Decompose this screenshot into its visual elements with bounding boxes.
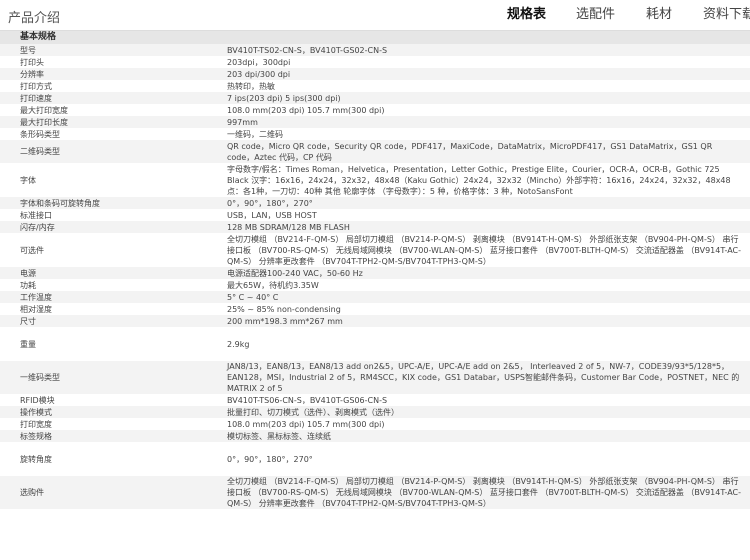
table-row: 一维码类型 JAN8/13，EAN8/13，EAN8/13 add on2&5，U… xyxy=(0,361,750,394)
table-row: 最大打印长度 997mm xyxy=(0,116,750,128)
table-row: 字体和条码可旋转角度 0°，90°，180°，270° xyxy=(0,197,750,209)
spec-value: 全切刀模组 （BV214-F-QM-S） 局部切刀模组 （BV214-P-QM-… xyxy=(210,233,750,267)
spec-label: 打印头 xyxy=(0,56,210,68)
spec-value: 最大65W，待机约3.35W xyxy=(210,279,750,291)
spec-label: 相对湿度 xyxy=(0,303,210,315)
table-row: 电源 电源适配器100-240 VAC，50-60 Hz xyxy=(0,267,750,279)
spec-value: JAN8/13，EAN8/13，EAN8/13 add on2&5，UPC-A/… xyxy=(210,361,750,394)
spec-value: 0°，90°，180°，270° xyxy=(210,197,750,209)
table-row: 字体 字母数字/假名：Times Roman，Helvetica，Presenta… xyxy=(0,163,750,197)
table-row: 选购件 全切刀模组 （BV214-F-QM-S） 局部切刀模组 （BV214-P-… xyxy=(0,476,750,509)
spec-label: 标准接口 xyxy=(0,209,210,221)
spec-label: 功耗 xyxy=(0,279,210,291)
spec-value: 108.0 mm(203 dpi) 105.7 mm(300 dpi) xyxy=(210,104,750,116)
spec-value: 一维码，二维码 xyxy=(210,128,750,140)
spec-label: 字体和条码可旋转角度 xyxy=(0,197,210,209)
table-row: 打印方式 热转印，热敏 xyxy=(0,80,750,92)
table-row: 二维码类型 QR code，Micro QR code，Security QR c… xyxy=(0,140,750,163)
spec-label: 电源 xyxy=(0,267,210,279)
table-row: 旋转角度 0°，90°，180°，270° xyxy=(0,442,750,476)
spec-label: 工作温度 xyxy=(0,291,210,303)
spec-value: USB，LAN，USB HOST xyxy=(210,209,750,221)
table-row: 尺寸 200 mm*198.3 mm*267 mm xyxy=(0,315,750,327)
spec-label: 可选件 xyxy=(0,233,210,267)
table-row: 打印宽度 108.0 mm(203 dpi) 105.7 mm(300 dpi) xyxy=(0,418,750,430)
table-row: 打印头 203dpi，300dpi xyxy=(0,56,750,68)
spec-label: 字体 xyxy=(0,163,210,197)
top-navigation: 产品介绍 规格表 选配件 耗材 资料下载 xyxy=(0,0,750,31)
spec-value: 热转印，热敏 xyxy=(210,80,750,92)
spec-label: RFID模块 xyxy=(0,394,210,406)
spec-value: 203dpi，300dpi xyxy=(210,56,750,68)
spec-value: BV410T-TS02-CN-S，BV410T-GS02-CN-S xyxy=(210,44,750,56)
table-row: 标签规格 模切标签、黑标标签、连续纸 xyxy=(0,430,750,442)
spec-label: 一维码类型 xyxy=(0,361,210,394)
table-row: 相对湿度 25% ~ 85% non-condensing xyxy=(0,303,750,315)
spec-label: 二维码类型 xyxy=(0,140,210,163)
spec-value: 全切刀模组 （BV214-F-QM-S） 局部切刀模组 （BV214-P-QM-… xyxy=(210,476,750,509)
spec-label: 操作模式 xyxy=(0,406,210,418)
spec-value: 5° C ~ 40° C xyxy=(210,291,750,303)
table-row: 标准接口 USB，LAN，USB HOST xyxy=(0,209,750,221)
spec-value: 7 ips(203 dpi) 5 ips(300 dpi) xyxy=(210,92,750,104)
spec-label: 打印宽度 xyxy=(0,418,210,430)
spec-label: 最大打印长度 xyxy=(0,116,210,128)
spec-value: BV410T-TS06-CN-S，BV410T-GS06-CN-S xyxy=(210,394,750,406)
product-intro-title[interactable]: 产品介绍 xyxy=(8,7,60,26)
spec-value: 108.0 mm(203 dpi) 105.7 mm(300 dpi) xyxy=(210,418,750,430)
spec-label: 标签规格 xyxy=(0,430,210,442)
tab-accessories[interactable]: 选配件 xyxy=(576,0,615,30)
spec-value: QR code，Micro QR code，Security QR code，P… xyxy=(210,140,750,163)
tab-downloads[interactable]: 资料下载 xyxy=(703,0,750,30)
tab-specifications[interactable]: 规格表 xyxy=(507,0,546,30)
table-row: 操作模式 批量打印、切刀模式（选件）、剥离模式（选件） xyxy=(0,406,750,418)
table-row: 最大打印宽度 108.0 mm(203 dpi) 105.7 mm(300 dpi… xyxy=(0,104,750,116)
spec-label: 分辨率 xyxy=(0,68,210,80)
section-title-basic-specs: 基本规格 xyxy=(0,31,750,44)
table-row: 打印速度 7 ips(203 dpi) 5 ips(300 dpi) xyxy=(0,92,750,104)
spec-value: 2.9kg xyxy=(210,327,750,361)
spec-value: 模切标签、黑标标签、连续纸 xyxy=(210,430,750,442)
spec-value: 200 mm*198.3 mm*267 mm xyxy=(210,315,750,327)
spec-value: 批量打印、切刀模式（选件）、剥离模式（选件） xyxy=(210,406,750,418)
spec-label: 旋转角度 xyxy=(0,442,210,476)
table-row: RFID模块 BV410T-TS06-CN-S，BV410T-GS06-CN-S xyxy=(0,394,750,406)
spec-value: 25% ~ 85% non-condensing xyxy=(210,303,750,315)
table-row: 重量 2.9kg xyxy=(0,327,750,361)
spec-table: 型号 BV410T-TS02-CN-S，BV410T-GS02-CN-S 打印头 20… xyxy=(0,44,750,509)
table-row: 工作温度 5° C ~ 40° C xyxy=(0,291,750,303)
spec-label: 型号 xyxy=(0,44,210,56)
spec-value: 128 MB SDRAM/128 MB FLASH xyxy=(210,221,750,233)
table-row: 分辨率 203 dpi/300 dpi xyxy=(0,68,750,80)
spec-label: 打印方式 xyxy=(0,80,210,92)
spec-label: 条形码类型 xyxy=(0,128,210,140)
table-row: 型号 BV410T-TS02-CN-S，BV410T-GS02-CN-S xyxy=(0,44,750,56)
tab-consumables[interactable]: 耗材 xyxy=(646,0,672,30)
spec-label: 闪存/内存 xyxy=(0,221,210,233)
table-row: 可选件 全切刀模组 （BV214-F-QM-S） 局部切刀模组 （BV214-P-… xyxy=(0,233,750,267)
spec-value: 电源适配器100-240 VAC，50-60 Hz xyxy=(210,267,750,279)
spec-value: 字母数字/假名：Times Roman，Helvetica，Presentati… xyxy=(210,163,750,197)
spec-label: 尺寸 xyxy=(0,315,210,327)
spec-label: 选购件 xyxy=(0,476,210,509)
table-row: 功耗 最大65W，待机约3.35W xyxy=(0,279,750,291)
spec-label: 重量 xyxy=(0,327,210,361)
spec-value: 997mm xyxy=(210,116,750,128)
table-row: 闪存/内存 128 MB SDRAM/128 MB FLASH xyxy=(0,221,750,233)
spec-label: 最大打印宽度 xyxy=(0,104,210,116)
table-row: 条形码类型 一维码，二维码 xyxy=(0,128,750,140)
spec-value: 0°，90°，180°，270° xyxy=(210,442,750,476)
spec-value: 203 dpi/300 dpi xyxy=(210,68,750,80)
spec-label: 打印速度 xyxy=(0,92,210,104)
